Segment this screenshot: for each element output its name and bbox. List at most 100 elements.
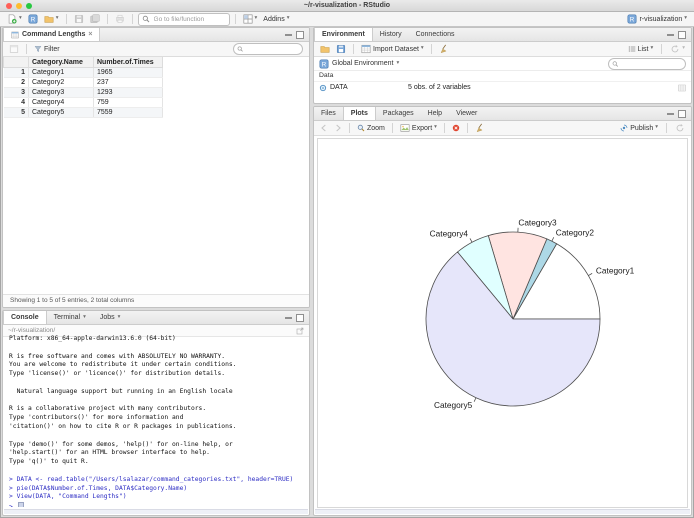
list-view-button[interactable]: List ▾ xyxy=(626,44,656,54)
open-file-button[interactable]: ▾ xyxy=(42,13,61,25)
maximize-pane-button[interactable] xyxy=(678,109,686,118)
tab-console[interactable]: Console xyxy=(3,311,47,324)
viewer-search-input[interactable] xyxy=(245,44,299,54)
refresh-environment-button[interactable]: ▾ xyxy=(668,43,687,55)
save-button[interactable] xyxy=(72,13,86,25)
project-menu-button[interactable]: R r-visualization ▾ xyxy=(625,13,689,25)
save-all-button[interactable] xyxy=(88,13,102,25)
object-description: 5 obs. of 2 variables xyxy=(408,84,471,91)
filter-button[interactable]: Filter xyxy=(32,44,62,54)
refresh-caret-icon: ▾ xyxy=(682,45,685,52)
tab-terminal[interactable]: Terminal ▾ xyxy=(47,311,93,324)
pie-label-Category4: Category4 xyxy=(430,229,469,239)
maximize-pane-button[interactable] xyxy=(678,30,686,39)
load-workspace-button[interactable] xyxy=(318,43,332,55)
plots-hscrollbar[interactable] xyxy=(315,509,690,514)
tab-connections[interactable]: Connections xyxy=(409,28,462,41)
pie-label-Category1: Category1 xyxy=(596,265,635,275)
export-plot-button[interactable]: Export ▾ xyxy=(398,122,439,134)
tab-packages[interactable]: Packages xyxy=(376,107,421,120)
tab-command-lengths[interactable]: Command Lengths × xyxy=(3,28,101,41)
zoom-window-button[interactable] xyxy=(26,3,32,9)
workspace-panes-button[interactable]: ▾ xyxy=(241,13,260,25)
tab-jobs[interactable]: Jobs ▾ xyxy=(93,311,128,324)
new-file-caret-icon: ▾ xyxy=(19,15,22,22)
new-project-button[interactable]: R xyxy=(26,13,40,25)
tab-environment[interactable]: Environment xyxy=(314,28,373,41)
list-label: List xyxy=(637,45,649,53)
data-table-body: 1 Category1 1965 2 Category2 237 3 Category3 129… xyxy=(3,67,163,118)
viewer-search-box xyxy=(233,43,303,55)
console-working-directory: ~/r-visualization/ xyxy=(8,327,56,334)
publish-button[interactable]: Publish ▾ xyxy=(618,123,660,133)
open-folder-icon xyxy=(320,46,330,53)
environment-search-input[interactable] xyxy=(620,59,682,68)
minimize-pane-button[interactable] xyxy=(667,33,674,36)
console-line: > xyxy=(9,502,309,507)
tab-history[interactable]: History xyxy=(373,28,409,41)
maximize-pane-button[interactable] xyxy=(296,30,304,39)
plots-tabbar: Files Plots Packages Help Viewer xyxy=(314,107,691,121)
popout-window-icon xyxy=(9,45,19,53)
console-tabbar: Console Terminal ▾ Jobs ▾ xyxy=(3,311,309,325)
object-name[interactable]: DATA xyxy=(330,84,405,91)
close-window-button[interactable] xyxy=(6,3,12,9)
minimize-pane-button[interactable] xyxy=(667,112,674,115)
table-header-row: Category.Name Number.of.Times xyxy=(3,57,163,68)
plots-panel: Files Plots Packages Help Viewer Zoom Ex… xyxy=(313,106,692,516)
minimize-pane-button[interactable] xyxy=(285,33,292,36)
tab-viewer[interactable]: Viewer xyxy=(449,107,484,120)
table-row: 3 Category3 1293 xyxy=(3,87,163,98)
export-caret-icon: ▾ xyxy=(434,124,437,131)
tab-plots[interactable]: Plots xyxy=(342,107,376,120)
clear-all-plots-button[interactable] xyxy=(473,122,487,134)
column-header-number-of-times[interactable]: Number.of.Times xyxy=(93,57,163,68)
svg-text:R: R xyxy=(31,16,36,23)
console-line: > DATA <- read.table("/Users/lsalazar/co… xyxy=(9,475,294,483)
console-hscrollbar[interactable] xyxy=(4,509,308,514)
save-workspace-button[interactable] xyxy=(334,43,348,55)
tab-files[interactable]: Files xyxy=(314,107,343,120)
goto-file-input[interactable] xyxy=(151,14,226,24)
titlebar: ~/r-visualization - RStudio xyxy=(0,0,694,12)
environment-section-label: Data xyxy=(314,71,691,82)
console-line: Platform: x86_64-apple-darwin13.6.0 (64-… xyxy=(9,335,176,342)
corner-header-cell[interactable] xyxy=(3,57,29,68)
remove-plot-button[interactable] xyxy=(450,123,462,133)
filter-funnel-icon xyxy=(34,46,42,53)
scope-selector[interactable]: Global Environment xyxy=(332,60,393,67)
environment-tabbar: Environment History Connections xyxy=(314,28,691,42)
minimize-pane-button[interactable] xyxy=(285,316,292,319)
previous-plot-button[interactable] xyxy=(318,123,330,133)
pie-chart: Category1 Category2Category3 Category4 Cate… xyxy=(425,218,635,410)
panes-icon xyxy=(243,14,253,24)
new-file-button[interactable]: ▾ xyxy=(5,13,24,25)
refresh-icon xyxy=(671,45,679,53)
import-dataset-button[interactable]: Import Dataset ▾ xyxy=(359,43,426,55)
console-line: 'citation()' on how to cite R or R packa… xyxy=(9,422,237,430)
console-popout-icon[interactable] xyxy=(296,327,304,335)
print-button[interactable] xyxy=(113,13,127,25)
popout-view-button[interactable] xyxy=(7,43,21,55)
clear-environment-button[interactable] xyxy=(437,43,451,55)
view-table-icon[interactable] xyxy=(678,84,686,92)
console-output[interactable]: Platform: x86_64-apple-darwin13.6.0 (64-… xyxy=(3,334,309,507)
save-icon xyxy=(74,14,83,24)
environment-scope-row: R Global Environment ▾ xyxy=(314,57,691,71)
minimize-window-button[interactable] xyxy=(16,3,22,9)
column-header-category-name[interactable]: Category.Name xyxy=(28,57,94,68)
tab-help[interactable]: Help xyxy=(421,107,449,120)
pie-label-tick xyxy=(588,273,593,276)
close-tab-icon[interactable]: × xyxy=(88,31,92,38)
zoom-plot-button[interactable]: Zoom xyxy=(355,123,387,133)
goto-file-box xyxy=(137,12,230,26)
environment-object-row[interactable]: DATA 5 obs. of 2 variables xyxy=(314,82,691,93)
new-file-icon xyxy=(8,14,17,24)
refresh-plot-button[interactable] xyxy=(673,122,687,134)
environment-toolbar: Import Dataset ▾ List ▾ ▾ xyxy=(314,42,691,57)
next-plot-button[interactable] xyxy=(332,123,344,133)
pie-label-tick xyxy=(551,237,555,242)
addins-button[interactable]: Addins ▾ xyxy=(261,15,291,24)
maximize-pane-button[interactable] xyxy=(296,313,304,322)
